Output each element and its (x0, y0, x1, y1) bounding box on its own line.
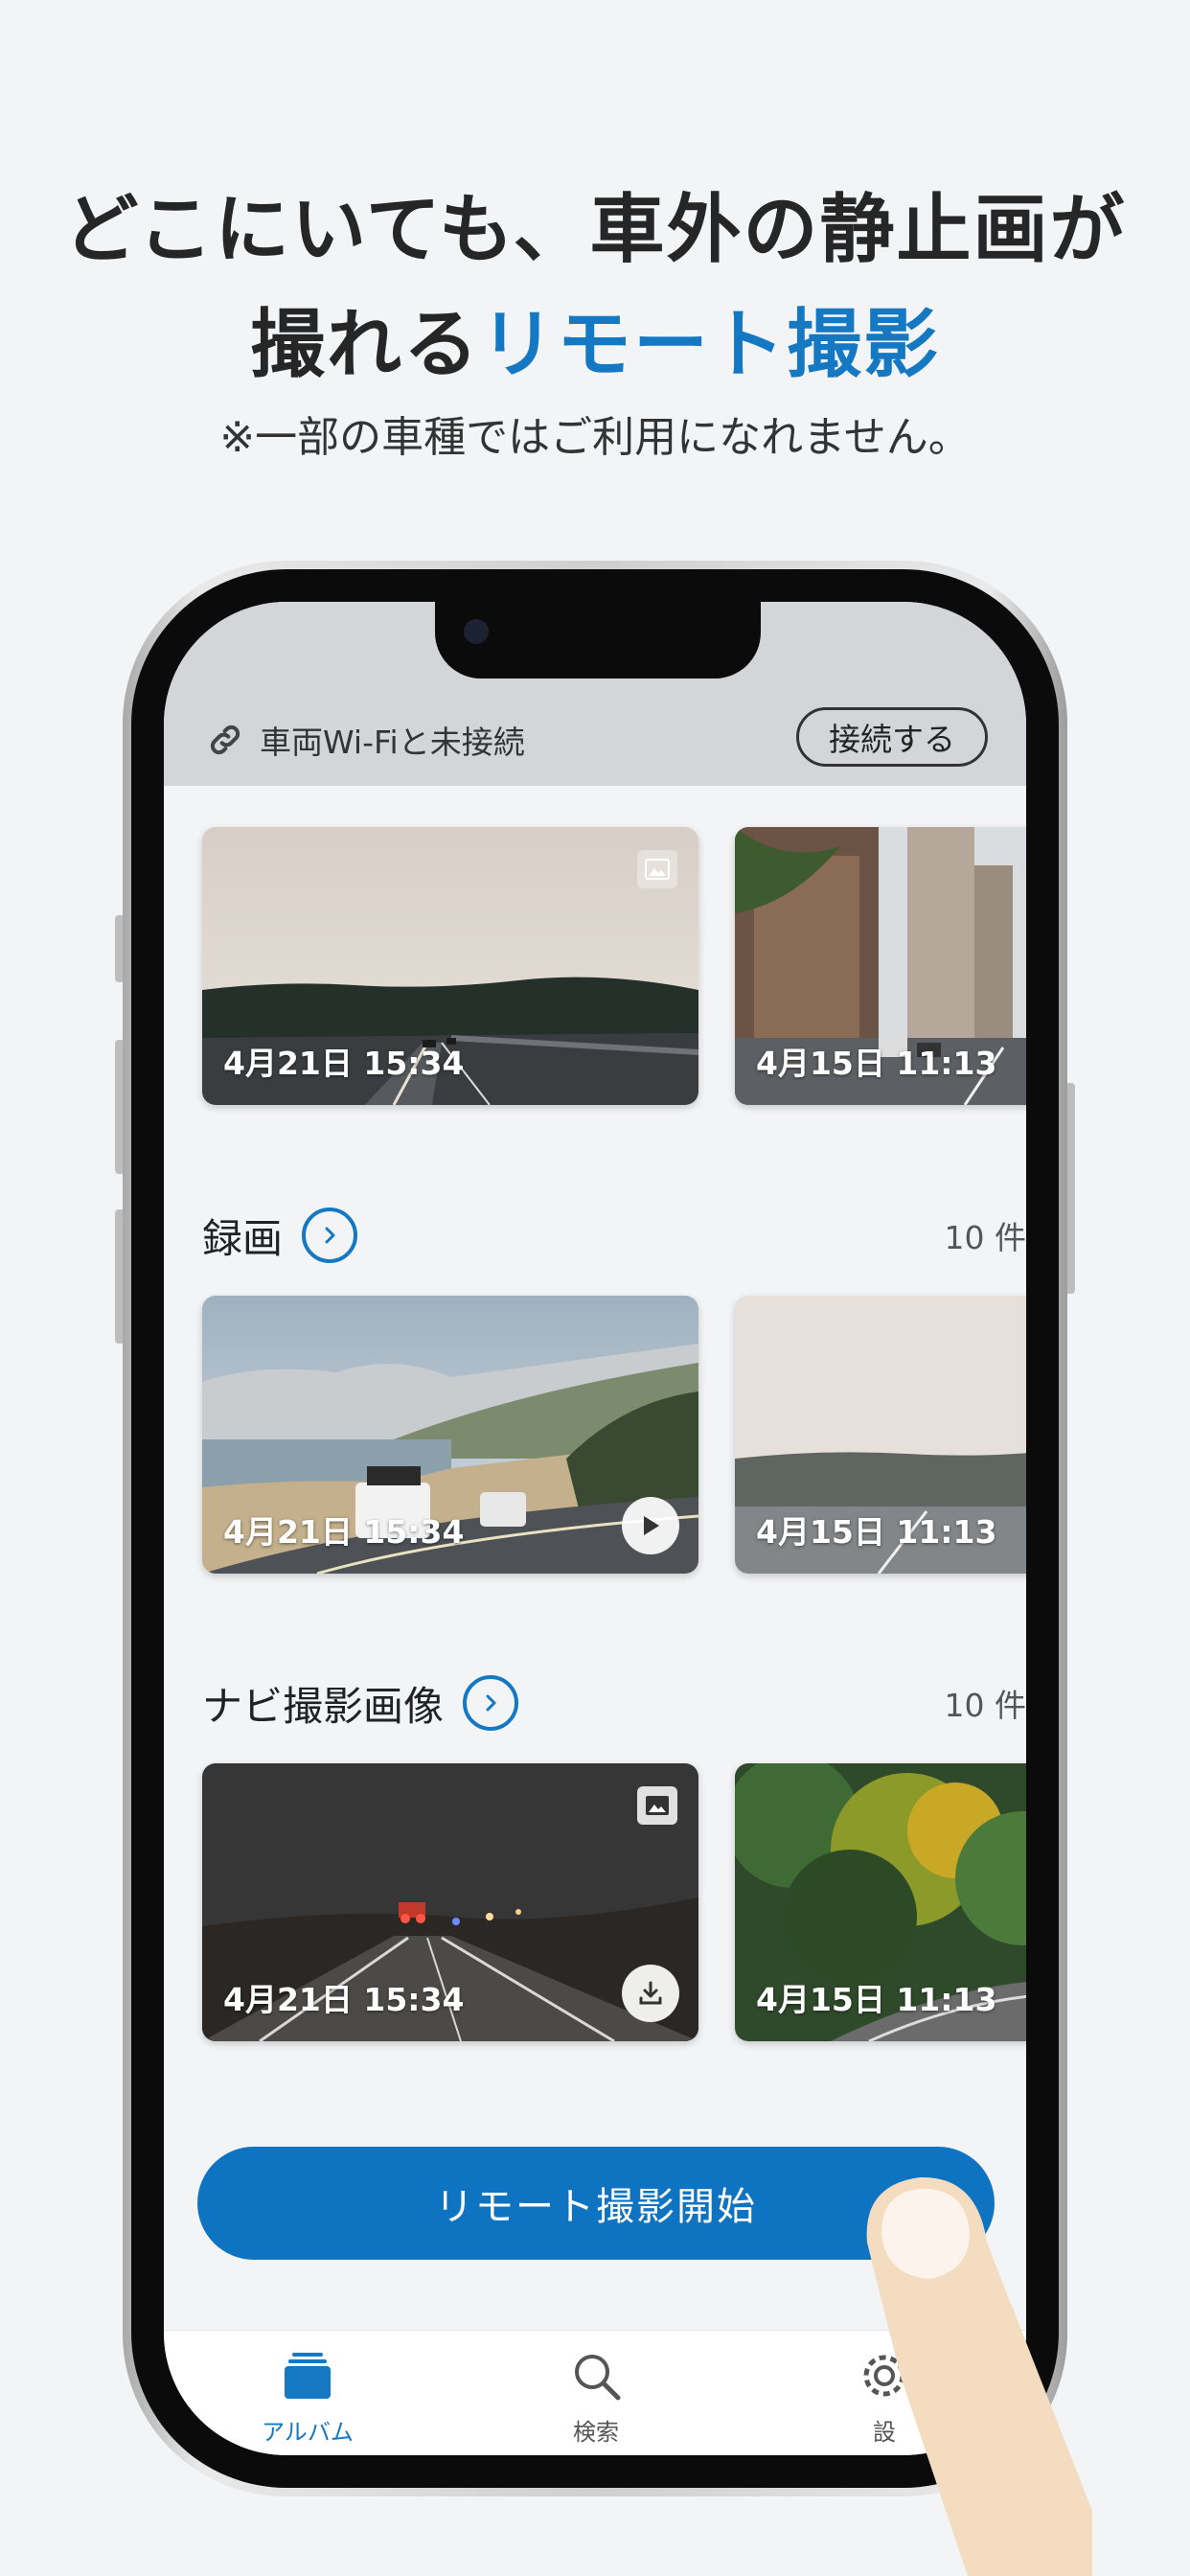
search-icon (575, 2355, 621, 2401)
image-icon (645, 859, 670, 880)
photo-thumbnail[interactable]: 4月15日 11:13 (735, 827, 1026, 1105)
photo-date: 4月15日 11:13 (756, 1045, 997, 1082)
navi-image-thumbnail[interactable]: 4月15日 11:13 (735, 1763, 1026, 2041)
image-badge (637, 1786, 677, 1825)
link-icon (210, 724, 240, 755)
navi-images-row: 4月21日 15:34 4月15日 11:13 (202, 1763, 1026, 2041)
recordings-count: 10 件 (944, 1219, 1026, 1256)
download-icon (639, 1981, 662, 2005)
tab-search-label: 検索 (573, 2419, 619, 2446)
recordings-row: 4月21日 15:34 4月15日 11:13 (202, 1296, 1026, 1574)
navi-images-count: 10 件 (944, 1687, 1026, 1724)
video-date: 4月21日 15:34 (223, 1513, 465, 1551)
connect-button[interactable]: 接続する (796, 707, 988, 767)
recordings-more-button[interactable] (302, 1208, 358, 1263)
image-badge (637, 850, 677, 888)
video-thumbnail[interactable]: 4月21日 15:34 (202, 1296, 698, 1574)
promo-note: ※一部の車種ではご利用になれません。 (219, 413, 971, 462)
tab-album-label: アルバム (262, 2419, 354, 2446)
headline-plain: 撮れる (249, 302, 480, 388)
tab-album[interactable]: アルバム (221, 2344, 394, 2447)
navi-images-title: ナビ撮影画像 (202, 1682, 445, 1730)
photo-date: 4月21日 15:34 (223, 1045, 465, 1082)
tab-search[interactable]: 検索 (510, 2344, 682, 2447)
headline-line-2: 撮れるリモート撮影 (0, 288, 1190, 402)
navi-images-more-button[interactable] (463, 1675, 519, 1731)
play-button[interactable] (622, 1497, 679, 1554)
navi-images-header: ナビ撮影画像 10 件 (202, 1669, 1026, 1736)
wifi-status: 車両Wi-Fiと未接続 (206, 717, 525, 763)
chevron-right-icon (486, 1694, 496, 1712)
image-icon (646, 1796, 669, 1815)
pointing-finger (866, 2176, 1092, 2576)
recordings-header: 録画 10 件 (202, 1202, 1026, 1269)
camera-dot (464, 619, 489, 644)
video-thumbnail[interactable]: 4月15日 11:13 (735, 1296, 1026, 1574)
recordings-title: 録画 (202, 1214, 284, 1262)
headline-accent: リモート撮影 (480, 302, 941, 388)
chevron-right-icon (325, 1227, 335, 1244)
notch (435, 602, 761, 678)
wifi-status-text: 車両Wi-Fiと未接続 (260, 724, 525, 761)
photo-thumbnail[interactable]: 4月21日 15:34 (202, 827, 698, 1105)
video-date: 4月15日 11:13 (756, 1513, 997, 1551)
photo-row: 4月21日 15:34 4月15日 11:13 (202, 827, 1026, 1105)
album-icon (285, 2353, 331, 2399)
navi-image-thumbnail[interactable]: 4月21日 15:34 (202, 1763, 698, 2041)
download-button[interactable] (622, 1965, 679, 2022)
navi-image-date: 4月21日 15:34 (223, 1981, 465, 2018)
headline-line-1: どこにいても、車外の静止画が (63, 187, 1127, 273)
play-icon (644, 1516, 659, 1535)
navi-image-date: 4月15日 11:13 (756, 1981, 997, 2018)
promo-headline: どこにいても、車外の静止画が 撮れるリモート撮影 (0, 172, 1190, 402)
